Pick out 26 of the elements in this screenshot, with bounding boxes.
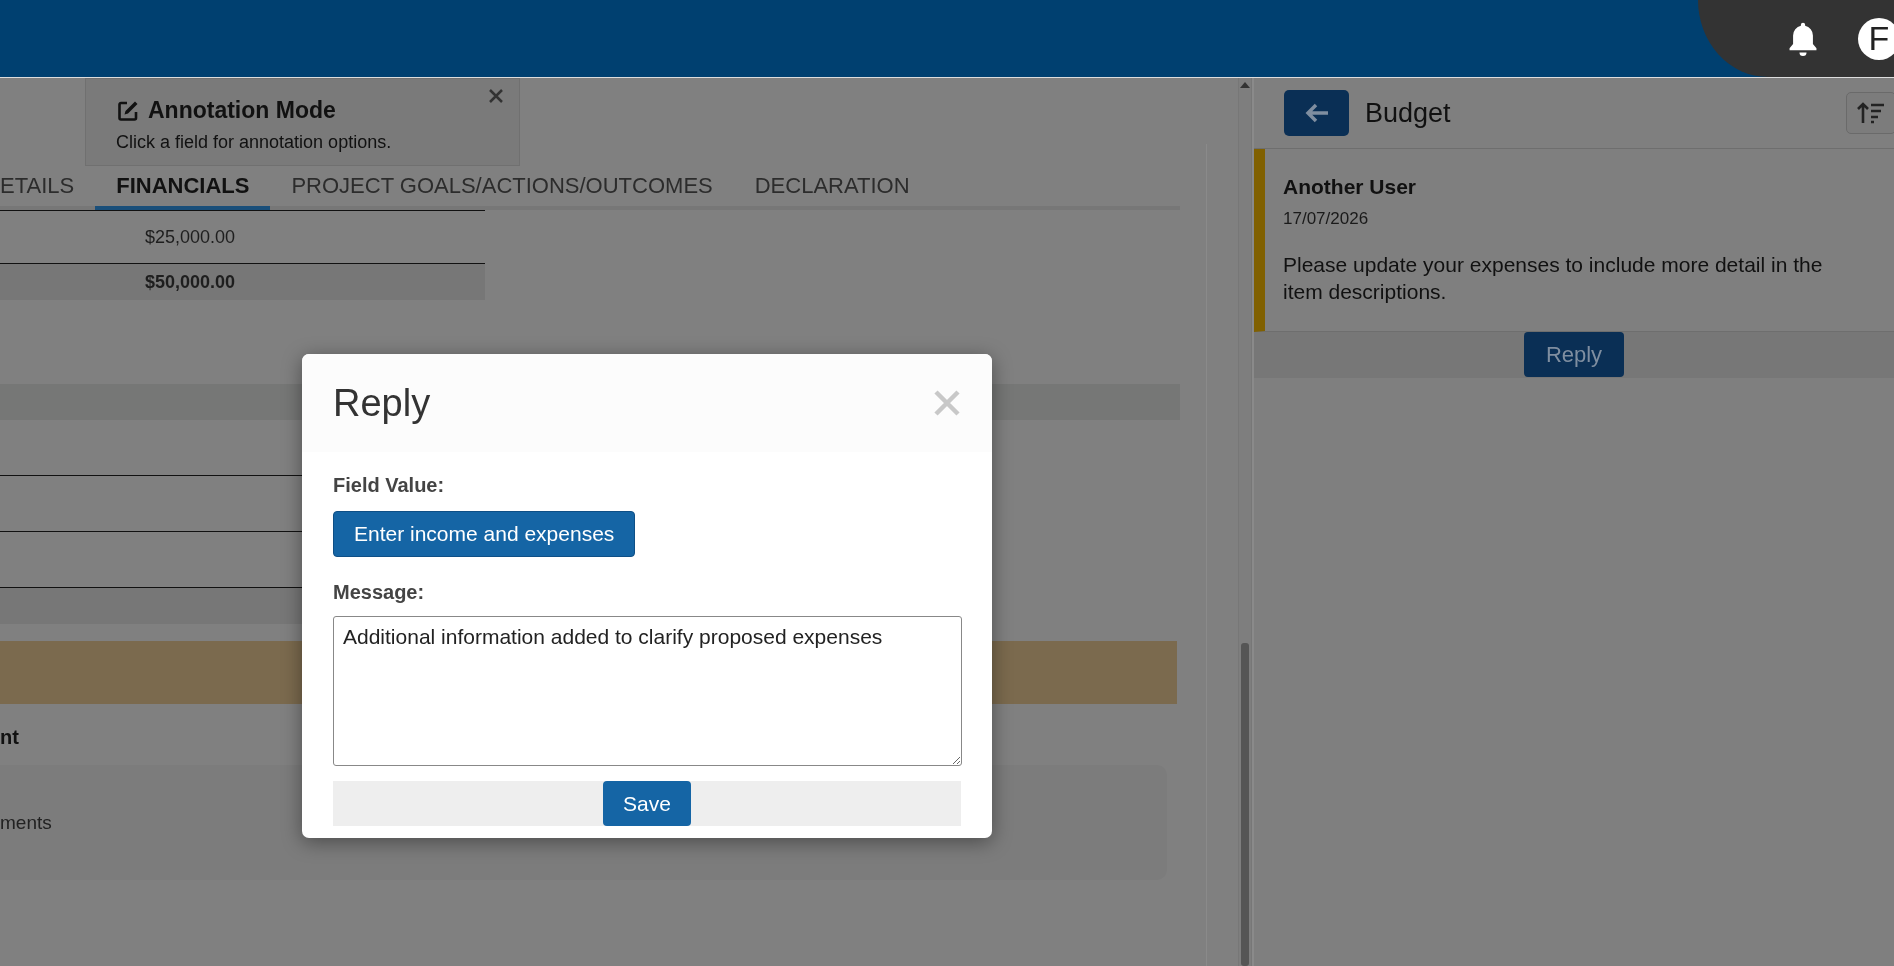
total-cell: $50,000.00 xyxy=(0,263,485,300)
field-label: Message: xyxy=(333,581,425,604)
back-button[interactable] xyxy=(1284,90,1349,136)
message-field[interactable]: Additional information added to clarify proposed expenses xyxy=(333,616,962,766)
comment-author: Another User xyxy=(1283,175,1417,199)
comment-text: Please update your expenses to include more detail in the item descriptions. xyxy=(1283,252,1824,305)
back-arrow-icon xyxy=(1303,102,1330,124)
sort-button[interactable] xyxy=(1846,92,1894,134)
tab[interactable]: DECLARATION xyxy=(733,144,931,210)
field-label: Field Value: xyxy=(333,474,445,497)
sort-icon xyxy=(1857,101,1885,125)
panel-title: Budget xyxy=(1365,97,1451,129)
scroll-up-icon[interactable] xyxy=(1240,82,1250,88)
section-heading: nt xyxy=(0,726,19,749)
dialog-title: Reply xyxy=(333,381,431,425)
close-icon[interactable] xyxy=(487,87,505,105)
field-value-button[interactable]: Enter income and expenses xyxy=(333,511,636,557)
tab[interactable]: ETAILS xyxy=(0,144,96,210)
scroll-thumb[interactable] xyxy=(1241,643,1249,966)
user-avatar[interactable]: F xyxy=(1858,17,1894,60)
banner-title: Annotation Mode xyxy=(148,97,336,124)
scrollbar[interactable] xyxy=(1238,78,1252,966)
card-text: ments xyxy=(0,811,52,834)
reply-button[interactable]: Reply xyxy=(1523,332,1625,377)
comment-date: 17/07/2026 xyxy=(1283,209,1370,229)
save-button[interactable]: Save xyxy=(603,781,691,826)
